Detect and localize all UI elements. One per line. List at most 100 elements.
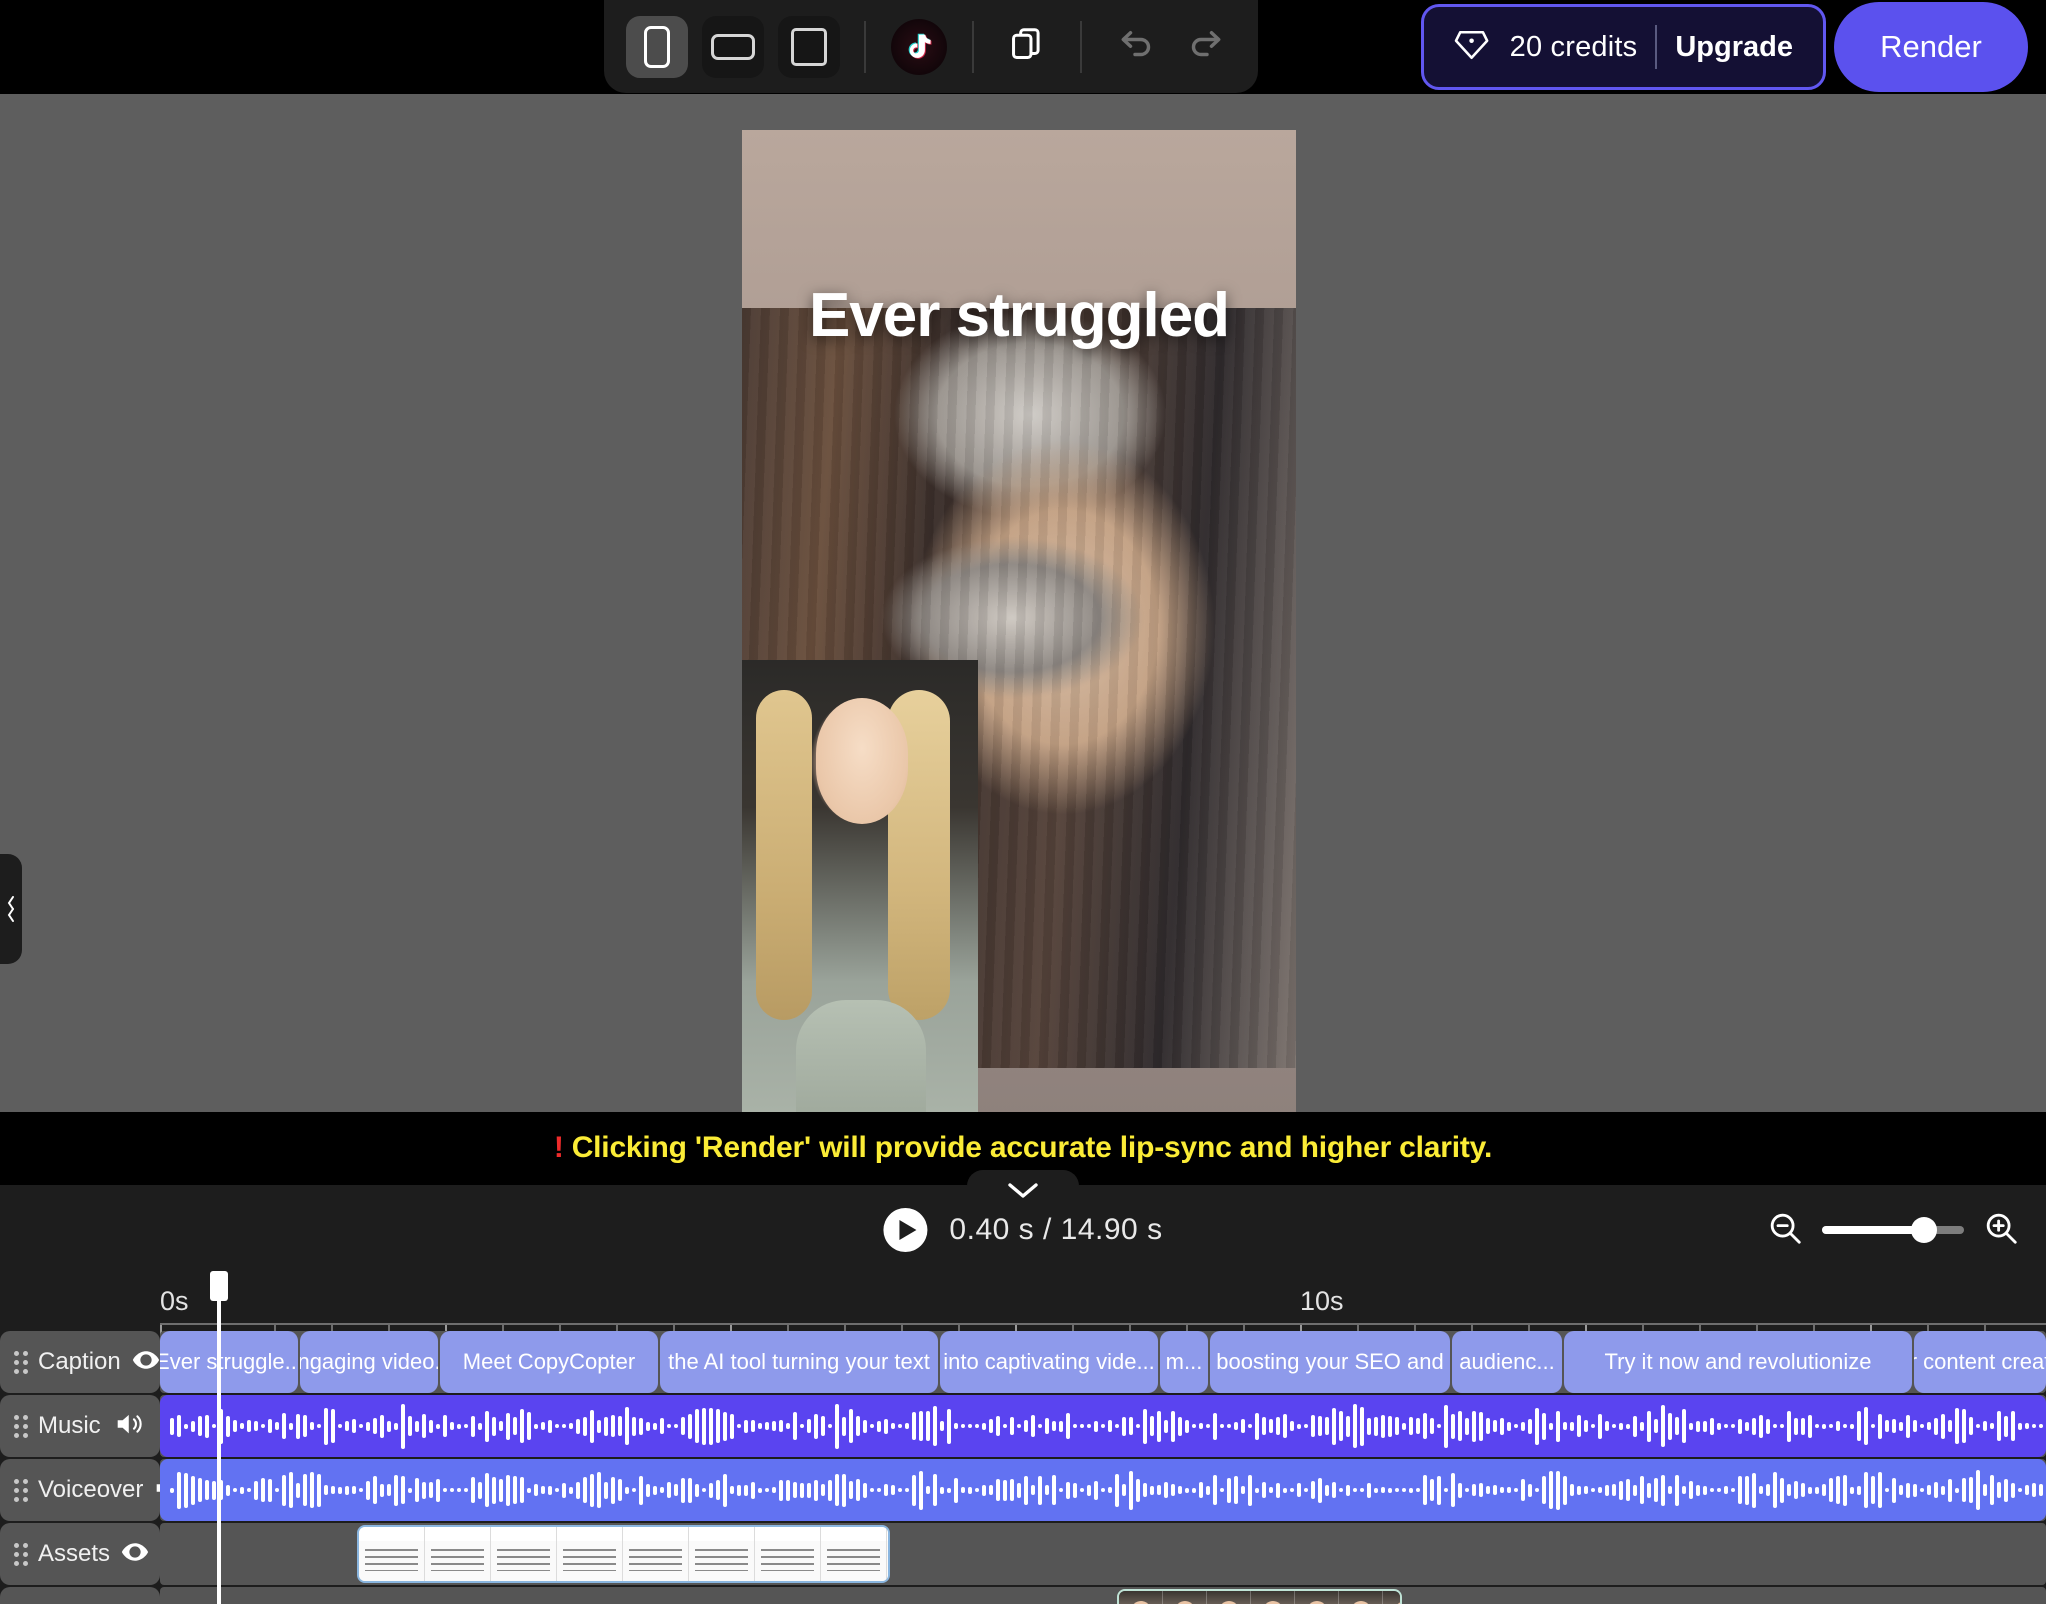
waveform-bar — [499, 1478, 503, 1502]
waveform-bar — [1514, 1488, 1518, 1492]
drag-handle-icon[interactable] — [14, 1542, 28, 1566]
waveform-bar — [296, 1482, 300, 1498]
track-header-voiceover[interactable]: Voiceover — [0, 1459, 182, 1521]
aspect-ratio-square-button[interactable] — [778, 15, 840, 78]
upgrade-button[interactable]: Upgrade — [1675, 31, 1793, 64]
undo-button[interactable] — [1106, 18, 1164, 76]
left-panel-collapse-handle[interactable] — [0, 854, 22, 964]
duplicate-button[interactable] — [998, 18, 1056, 76]
waveform-bar — [1486, 1418, 1490, 1434]
caption-clip[interactable]: audienc... — [1452, 1331, 1562, 1393]
track-header-avatar[interactable]: Avatar — [0, 1587, 160, 1604]
caption-clip[interactable]: into captivating vide... — [940, 1331, 1158, 1393]
zoom-in-button[interactable] — [1982, 1209, 2020, 1252]
zoom-slider[interactable] — [1822, 1217, 1964, 1243]
avatar-overlay[interactable] — [742, 660, 978, 1112]
tiktok-button[interactable] — [890, 18, 948, 76]
track-lane-assets[interactable] — [160, 1523, 2046, 1585]
waveform-bar — [1661, 1474, 1665, 1506]
waveform-bar — [1843, 1474, 1847, 1506]
avatar-thumbnail — [1119, 1591, 1163, 1604]
waveform-bar — [1388, 1487, 1392, 1493]
track-lane-voiceover[interactable] — [160, 1459, 2046, 1521]
waveform-bar — [212, 1424, 216, 1428]
track-lane-avatar[interactable] — [160, 1587, 2046, 1604]
video-canvas[interactable]: Ever struggled — [742, 130, 1296, 1112]
caption-clip[interactable]: engaging video... — [300, 1331, 438, 1393]
waveform-bar — [1675, 1417, 1679, 1435]
eye-icon[interactable] — [131, 1345, 161, 1380]
time-display: 0.40 s / 14.90 s — [949, 1213, 1163, 1246]
drag-handle-icon[interactable] — [14, 1350, 28, 1374]
avatar-clip[interactable] — [1117, 1589, 1402, 1604]
waveform-bar — [597, 1472, 601, 1508]
waveform-bar — [1122, 1416, 1126, 1436]
waveform-bar — [1570, 1421, 1574, 1431]
waveform-bar — [205, 1480, 209, 1500]
preview-collapse-tab[interactable] — [967, 1170, 1079, 1214]
waveform-bar — [1689, 1481, 1693, 1499]
waveform-bar — [1003, 1424, 1007, 1428]
waveform-bar — [849, 1409, 853, 1443]
waveform-bar — [1927, 1422, 1931, 1430]
asset-clip[interactable] — [357, 1525, 890, 1583]
waveform-bar — [1878, 1472, 1882, 1508]
waveform-bar — [177, 1471, 181, 1509]
eye-icon[interactable] — [117, 1601, 147, 1604]
waveform-bar — [1017, 1424, 1021, 1428]
waveform-bar — [233, 1420, 237, 1432]
waveform-bar — [758, 1487, 762, 1493]
waveform-bar — [1304, 1488, 1308, 1492]
music-clip[interactable] — [160, 1395, 2046, 1457]
caption-clip[interactable]: Try it now and revolutionize — [1564, 1331, 1912, 1393]
waveform-bar — [1759, 1486, 1763, 1494]
credits-upgrade-pill[interactable]: 20 credits Upgrade — [1420, 4, 1826, 90]
waveform-bar — [1031, 1485, 1035, 1495]
speaker-icon[interactable] — [114, 1409, 146, 1444]
play-button[interactable] — [883, 1208, 928, 1252]
timeline-playhead[interactable] — [210, 1271, 228, 1604]
track-header-assets[interactable]: Assets — [0, 1523, 160, 1585]
track-lane-caption[interactable]: Ever struggle...engaging video...Meet Co… — [160, 1331, 2046, 1393]
zoom-out-button[interactable] — [1766, 1209, 1804, 1252]
caption-clip[interactable]: your content creatio... — [1914, 1331, 2046, 1393]
waveform-bar — [1122, 1484, 1126, 1496]
aspect-ratio-portrait-button[interactable] — [626, 15, 688, 78]
waveform-bar — [1101, 1488, 1105, 1492]
track-lane-music[interactable] — [160, 1395, 2046, 1457]
waveform-bar — [1031, 1415, 1035, 1437]
waveform-bar — [1535, 1488, 1539, 1492]
zoom-slider-handle[interactable] — [1911, 1217, 1938, 1243]
redo-button[interactable] — [1178, 18, 1236, 76]
waveform-bar — [345, 1421, 349, 1431]
waveform-bar — [793, 1412, 797, 1440]
caption-clip[interactable]: boosting your SEO and — [1210, 1331, 1450, 1393]
timeline-ruler[interactable]: 0s 10s — [0, 1275, 2046, 1341]
waveform-bar — [1213, 1475, 1217, 1505]
waveform-bar — [919, 1470, 923, 1510]
track-header-music[interactable]: Music — [0, 1395, 160, 1457]
waveform-bar — [1983, 1484, 1987, 1496]
eye-icon[interactable] — [120, 1537, 150, 1572]
playhead-handle[interactable] — [210, 1271, 228, 1301]
drag-handle-icon[interactable] — [14, 1478, 28, 1502]
caption-overlay[interactable]: Ever struggled — [742, 285, 1296, 347]
waveform-bar — [1157, 1410, 1161, 1442]
drag-handle-icon[interactable] — [14, 1414, 28, 1438]
render-button[interactable]: Render — [1834, 2, 2028, 92]
waveform-bar — [905, 1488, 909, 1492]
waveform-bar — [1577, 1485, 1581, 1495]
waveform-bar — [954, 1423, 958, 1429]
caption-clip[interactable]: Meet CopyCopter — [440, 1331, 658, 1393]
waveform-bar — [765, 1488, 769, 1492]
waveform-bar — [534, 1484, 538, 1496]
waveform-bar — [1192, 1424, 1196, 1428]
track-header-caption[interactable]: Caption — [0, 1331, 160, 1393]
aspect-ratio-landscape-button[interactable] — [702, 15, 764, 78]
caption-clip[interactable]: Ever struggle... — [160, 1331, 298, 1393]
waveform-bar — [1178, 1486, 1182, 1494]
caption-clip[interactable]: the AI tool turning your text — [660, 1331, 938, 1393]
voice-clip[interactable] — [160, 1459, 2046, 1521]
caption-clip[interactable]: m... — [1160, 1331, 1208, 1393]
waveform-bar — [688, 1413, 692, 1439]
